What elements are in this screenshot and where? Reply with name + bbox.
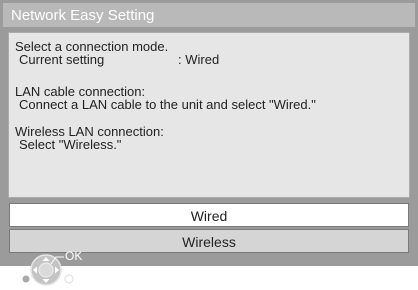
option-wireless-label: Wireless (182, 234, 236, 250)
setting-screen: Network Easy Setting Select a connection… (0, 0, 418, 266)
option-wired[interactable]: Wired (9, 203, 409, 227)
current-setting-value: : Wired (178, 52, 220, 67)
return-dot-icon (64, 274, 74, 284)
info-box: Select a connection mode. Current settin… (8, 32, 410, 198)
dpad-center (38, 262, 54, 278)
page-title: Network Easy Setting (11, 7, 155, 24)
return-label: RETURN (75, 273, 125, 287)
lan-text: Connect a LAN cable to the unit and sele… (19, 97, 316, 112)
dpad-left-dot (22, 275, 30, 283)
nav-guide: OK RETURN (20, 246, 180, 290)
current-setting-label: Current setting (19, 52, 105, 67)
option-wired-label: Wired (190, 208, 228, 224)
wireless-text: Select "Wireless." (19, 137, 122, 152)
title-bar: Network Easy Setting (3, 3, 415, 27)
ok-label: OK (65, 249, 83, 263)
